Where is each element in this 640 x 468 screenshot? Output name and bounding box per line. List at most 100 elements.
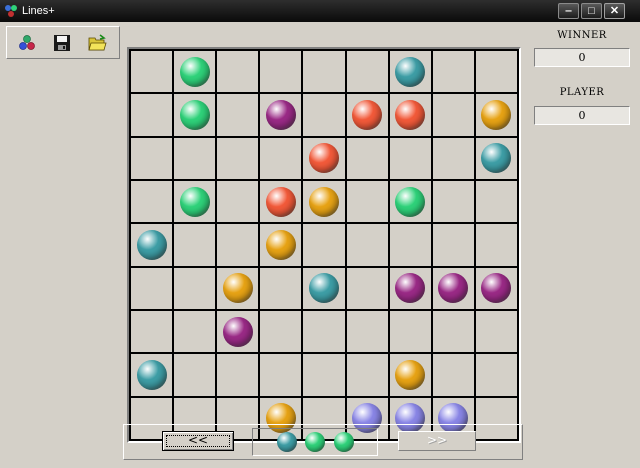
open-folder-icon[interactable]	[87, 33, 107, 53]
green-ball[interactable]	[179, 186, 210, 217]
orange-ball[interactable]	[222, 273, 253, 304]
board-cell-r7-c6[interactable]	[344, 308, 388, 353]
purple-ball[interactable]	[438, 273, 469, 304]
board-cell-r1-c6[interactable]	[344, 49, 388, 93]
board-cell-r1-c8[interactable]	[430, 49, 474, 93]
board-cell-r7-c4[interactable]	[258, 308, 302, 353]
teal-ball[interactable]	[308, 273, 339, 304]
new-game-icon[interactable]	[17, 33, 37, 53]
green-ball[interactable]	[179, 56, 210, 87]
board-cell-r4-c1[interactable]	[129, 178, 173, 223]
board-cell-r6-c2[interactable]	[172, 265, 216, 309]
board-cell-r3-c7[interactable]	[387, 135, 431, 179]
board-cell-r5-c8[interactable]	[430, 222, 474, 266]
board-cell-r2-c2[interactable]	[172, 92, 216, 136]
board-cell-r5-c9[interactable]	[473, 222, 517, 266]
green-ball[interactable]	[395, 186, 426, 217]
maximize-button[interactable]: □	[581, 3, 602, 19]
board-cell-r4-c9[interactable]	[473, 178, 517, 223]
board-cell-r4-c8[interactable]	[430, 178, 474, 223]
orange-ball[interactable]	[395, 359, 426, 390]
redo-button[interactable]: >>	[398, 431, 476, 451]
board-cell-r7-c1[interactable]	[129, 308, 173, 353]
board-cell-r7-c5[interactable]	[301, 308, 345, 353]
close-button[interactable]: ✕	[604, 3, 625, 19]
board-cell-r3-c8[interactable]	[430, 135, 474, 179]
board-cell-r8-c2[interactable]	[172, 352, 216, 396]
board-cell-r3-c9[interactable]	[473, 135, 517, 179]
orange-ball[interactable]	[265, 229, 296, 260]
board-cell-r1-c9[interactable]	[473, 49, 517, 93]
minimize-button[interactable]: ‒	[558, 3, 579, 19]
board-cell-r4-c2[interactable]	[172, 178, 216, 223]
purple-ball[interactable]	[265, 99, 296, 130]
board-cell-r1-c3[interactable]	[215, 49, 259, 93]
board-cell-r1-c1[interactable]	[129, 49, 173, 93]
board-cell-r7-c2[interactable]	[172, 308, 216, 353]
board-cell-r8-c3[interactable]	[215, 352, 259, 396]
board-cell-r7-c7[interactable]	[387, 308, 431, 353]
board-cell-r5-c6[interactable]	[344, 222, 388, 266]
board-cell-r5-c3[interactable]	[215, 222, 259, 266]
red-ball[interactable]	[265, 186, 296, 217]
board-cell-r3-c4[interactable]	[258, 135, 302, 179]
board-cell-r8-c5[interactable]	[301, 352, 345, 396]
board-cell-r2-c8[interactable]	[430, 92, 474, 136]
board-cell-r2-c9[interactable]	[473, 92, 517, 136]
board-cell-r7-c8[interactable]	[430, 308, 474, 353]
board-cell-r1-c5[interactable]	[301, 49, 345, 93]
board-cell-r6-c3[interactable]	[215, 265, 259, 309]
teal-ball[interactable]	[136, 359, 167, 390]
board-cell-r5-c7[interactable]	[387, 222, 431, 266]
board-cell-r3-c5[interactable]	[301, 135, 345, 179]
board-cell-r2-c1[interactable]	[129, 92, 173, 136]
board-cell-r1-c4[interactable]	[258, 49, 302, 93]
red-ball[interactable]	[395, 99, 426, 130]
red-ball[interactable]	[308, 143, 339, 174]
board-cell-r2-c7[interactable]	[387, 92, 431, 136]
purple-ball[interactable]	[481, 273, 512, 304]
board-cell-r8-c8[interactable]	[430, 352, 474, 396]
green-ball[interactable]	[179, 99, 210, 130]
board-cell-r8-c9[interactable]	[473, 352, 517, 396]
board-cell-r8-c6[interactable]	[344, 352, 388, 396]
board-cell-r1-c2[interactable]	[172, 49, 216, 93]
board-cell-r7-c9[interactable]	[473, 308, 517, 353]
purple-ball[interactable]	[222, 316, 253, 347]
board-cell-r3-c6[interactable]	[344, 135, 388, 179]
save-icon[interactable]	[52, 33, 72, 53]
board-cell-r4-c5[interactable]	[301, 178, 345, 223]
teal-ball[interactable]	[395, 56, 426, 87]
board-cell-r3-c1[interactable]	[129, 135, 173, 179]
board-cell-r3-c3[interactable]	[215, 135, 259, 179]
board-cell-r4-c6[interactable]	[344, 178, 388, 223]
board-cell-r2-c3[interactable]	[215, 92, 259, 136]
board-cell-r3-c2[interactable]	[172, 135, 216, 179]
board-cell-r2-c6[interactable]	[344, 92, 388, 136]
teal-ball[interactable]	[481, 143, 512, 174]
orange-ball[interactable]	[481, 99, 512, 130]
teal-ball[interactable]	[136, 229, 167, 260]
board-cell-r2-c4[interactable]	[258, 92, 302, 136]
board-cell-r6-c6[interactable]	[344, 265, 388, 309]
board-cell-r4-c3[interactable]	[215, 178, 259, 223]
board-cell-r2-c5[interactable]	[301, 92, 345, 136]
board-cell-r8-c1[interactable]	[129, 352, 173, 396]
board-cell-r7-c3[interactable]	[215, 308, 259, 353]
board-cell-r6-c7[interactable]	[387, 265, 431, 309]
orange-ball[interactable]	[308, 186, 339, 217]
board-cell-r6-c5[interactable]	[301, 265, 345, 309]
undo-button[interactable]: <<	[162, 431, 234, 451]
board-cell-r6-c9[interactable]	[473, 265, 517, 309]
board-cell-r8-c4[interactable]	[258, 352, 302, 396]
board-cell-r5-c1[interactable]	[129, 222, 173, 266]
board-cell-r5-c5[interactable]	[301, 222, 345, 266]
board-cell-r6-c1[interactable]	[129, 265, 173, 309]
purple-ball[interactable]	[395, 273, 426, 304]
board-cell-r4-c4[interactable]	[258, 178, 302, 223]
board-cell-r6-c8[interactable]	[430, 265, 474, 309]
board-cell-r4-c7[interactable]	[387, 178, 431, 223]
board-cell-r1-c7[interactable]	[387, 49, 431, 93]
board-cell-r8-c7[interactable]	[387, 352, 431, 396]
board-cell-r5-c4[interactable]	[258, 222, 302, 266]
